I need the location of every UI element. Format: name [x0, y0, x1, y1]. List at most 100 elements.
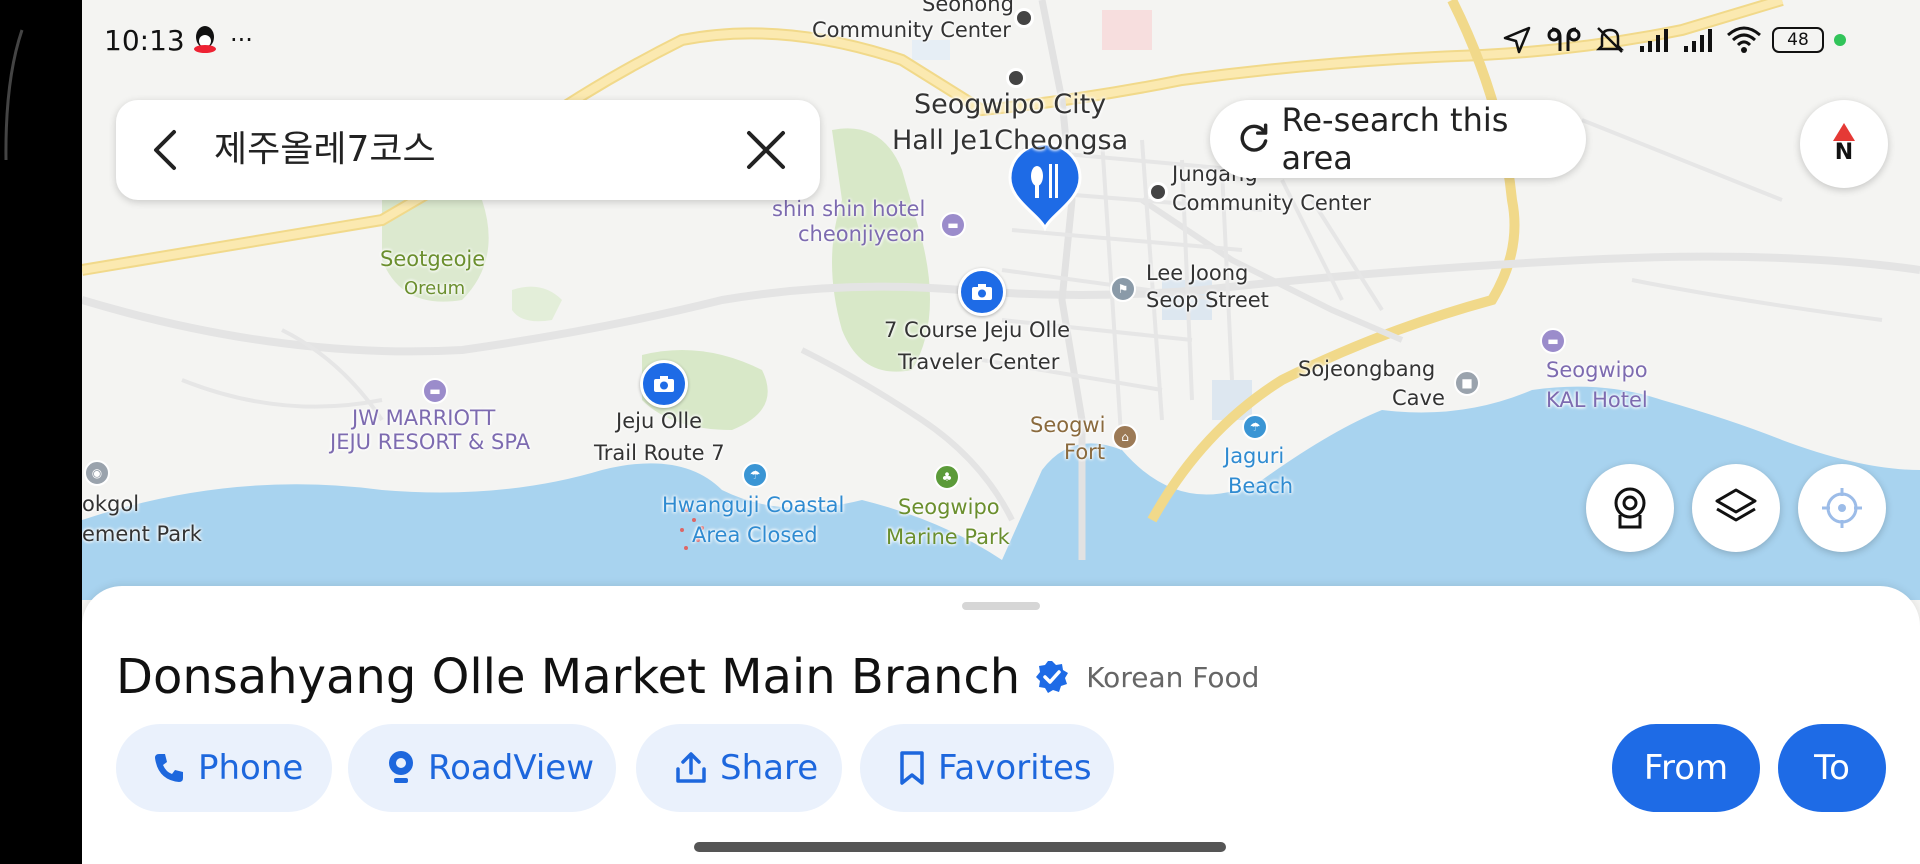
place-category: Korean Food: [1086, 660, 1260, 694]
share-label: Share: [720, 748, 819, 788]
map-label-trail-line2: Trail Route 7: [594, 441, 725, 465]
marine-park-marker[interactable]: ♣: [934, 464, 960, 490]
roadview-button[interactable]: RoadView: [348, 724, 616, 812]
research-area-label: Re-search this area: [1281, 101, 1509, 177]
lee-joong-seop-flag-marker[interactable]: ⚑: [1110, 276, 1136, 302]
status-more-icon: ···: [230, 26, 253, 54]
camera-icon: [654, 376, 674, 392]
battery-icon: 48: [1772, 27, 1824, 53]
map-label-seohong: Seohong: [922, 0, 1014, 16]
map-label-hwanguji-line1: Hwanguji Coastal: [662, 493, 845, 517]
from-button[interactable]: From: [1612, 724, 1760, 812]
marriott-hotel-marker[interactable]: ▬: [422, 378, 448, 404]
olle-trail-camera-marker[interactable]: [640, 360, 688, 408]
map-label-fort-line2: Fort: [1064, 440, 1106, 464]
battery-level: 48: [1787, 30, 1809, 50]
place-title-row: Donsahyang Olle Market Main Branch Korea…: [116, 648, 1259, 706]
map-label-seotgeoje: Seotgeoje: [380, 247, 486, 271]
map-label-jaguri-line1: Jaguri: [1224, 444, 1285, 468]
community-center-marker[interactable]: [1014, 8, 1034, 28]
status-time: 10:13: [104, 23, 185, 57]
mute-bell-icon: [1595, 27, 1625, 53]
city-hall-marker[interactable]: [1006, 68, 1026, 88]
hotel-marker[interactable]: ▬: [940, 212, 966, 238]
map-label-marine-line2: Marine Park: [886, 525, 1010, 549]
olle-center-camera-marker[interactable]: [958, 268, 1006, 316]
phone-icon: [155, 754, 183, 782]
map-label-fort-line1: Seogwi: [1030, 413, 1106, 437]
map-label-marriott-line1: JW MARRIOTT: [352, 406, 496, 430]
status-icons: 48: [1502, 18, 1846, 62]
roadview-pin-icon: [389, 751, 413, 783]
map-label-community-center: Community Center: [812, 18, 1011, 42]
map-label-kal-line1: Seogwipo: [1546, 358, 1648, 382]
qq-notification-icon: [192, 18, 218, 62]
map-label-sojeongbang-line2: Cave: [1392, 386, 1445, 410]
sheet-drag-handle[interactable]: [962, 602, 1040, 610]
wifi-icon: [1727, 26, 1761, 53]
earbuds-icon: [1547, 27, 1581, 51]
my-location-button[interactable]: [1798, 464, 1886, 552]
map-label-jaguri-line2: Beach: [1228, 474, 1294, 498]
map-label-olle-center-line1: 7 Course Jeju Olle: [884, 318, 1071, 342]
roadview-map-button[interactable]: [1586, 464, 1674, 552]
favorites-button[interactable]: Favorites: [860, 724, 1114, 812]
bookmark-icon: [900, 751, 924, 785]
seogwi-fort-marker[interactable]: ⌂: [1112, 424, 1138, 450]
refresh-icon: [1240, 123, 1268, 152]
map-label-marriott-line2: JEJU RESORT & SPA: [330, 430, 531, 454]
map-label-trail-line1: Jeju Olle: [616, 409, 703, 433]
home-indicator[interactable]: [694, 842, 1226, 852]
roadview-label: RoadView: [428, 748, 594, 788]
map-label-oreum: Oreum: [404, 278, 466, 299]
camera-icon: [972, 284, 992, 300]
compass-north-icon: [1833, 123, 1855, 141]
map-label-olle-center-line2: Traveler Center: [898, 350, 1060, 374]
edge-shape: [4, 29, 24, 161]
map-label-jungang-line2: Community Center: [1172, 191, 1371, 215]
search-bar[interactable]: 제주올레7코스: [116, 100, 820, 200]
layers-icon: [1715, 488, 1757, 522]
map-label-lee-joong-line2: Seop Street: [1146, 288, 1269, 312]
clear-x-icon[interactable]: [744, 128, 788, 172]
seogwipo-kal-hotel-marker[interactable]: ▬: [1540, 328, 1566, 354]
share-upload-icon: [676, 752, 706, 783]
hwanguji-marker[interactable]: ☂: [742, 462, 768, 488]
active-dot-icon: [1834, 34, 1846, 46]
map-label-hwanguji-line2: Area Closed: [692, 523, 818, 547]
sojeongbang-cave-marker[interactable]: ■: [1454, 370, 1480, 396]
verified-badge-icon: [1036, 661, 1069, 693]
jaguri-beach-marker[interactable]: ☂: [1242, 414, 1268, 440]
search-query-text[interactable]: 제주올레7코스: [214, 126, 436, 174]
back-arrow-icon[interactable]: [146, 126, 186, 174]
compass-label: N: [1834, 140, 1854, 165]
okgol-camera-marker[interactable]: ◉: [84, 460, 110, 486]
map-label-okgol-line1: okgol: [82, 492, 140, 516]
phone-screen: ▬ ▬ ▬ ⚑ ■ ⌂ ☂ ☂ ♣ ◉ Seohong Community Ce…: [82, 0, 1920, 864]
signal-2-icon: [1684, 29, 1712, 52]
jungang-marker[interactable]: [1148, 182, 1168, 202]
map-label-lee-joong-line1: Lee Joong: [1146, 261, 1249, 285]
map-label-shinshin-line1: shin shin hotel: [772, 197, 926, 221]
map-label-kal-line2: KAL Hotel: [1546, 388, 1648, 412]
favorites-label: Favorites: [938, 748, 1092, 788]
layers-button[interactable]: [1692, 464, 1780, 552]
map-label-marine-line1: Seogwipo: [898, 495, 1000, 519]
signal-1-icon: [1640, 29, 1668, 52]
place-info-sheet[interactable]: Donsahyang Olle Market Main Branch Korea…: [82, 586, 1920, 864]
place-name: Donsahyang Olle Market Main Branch: [116, 649, 1021, 705]
phone-button[interactable]: Phone: [116, 724, 332, 812]
map-label-sojeongbang-line1: Sojeongbang: [1298, 357, 1436, 381]
share-button[interactable]: Share: [636, 724, 842, 812]
map-label-okgol-line2: ement Park: [82, 522, 202, 546]
roadview-camera-icon: [1614, 487, 1646, 529]
phone-label: Phone: [198, 748, 304, 788]
compass-button[interactable]: N: [1800, 100, 1888, 188]
crosshair-icon: [1822, 488, 1862, 528]
to-button[interactable]: To: [1778, 724, 1886, 812]
map-label-shinshin-line2: cheonjiyeon: [798, 222, 926, 246]
research-area-button[interactable]: Re-search this area: [1210, 100, 1586, 178]
map-label-city-hall-line1: Seogwipo City: [914, 89, 1107, 120]
location-arrow-icon: [1503, 26, 1531, 54]
map-label-city-hall-line2: Hall Je1Cheongsa: [892, 125, 1129, 156]
